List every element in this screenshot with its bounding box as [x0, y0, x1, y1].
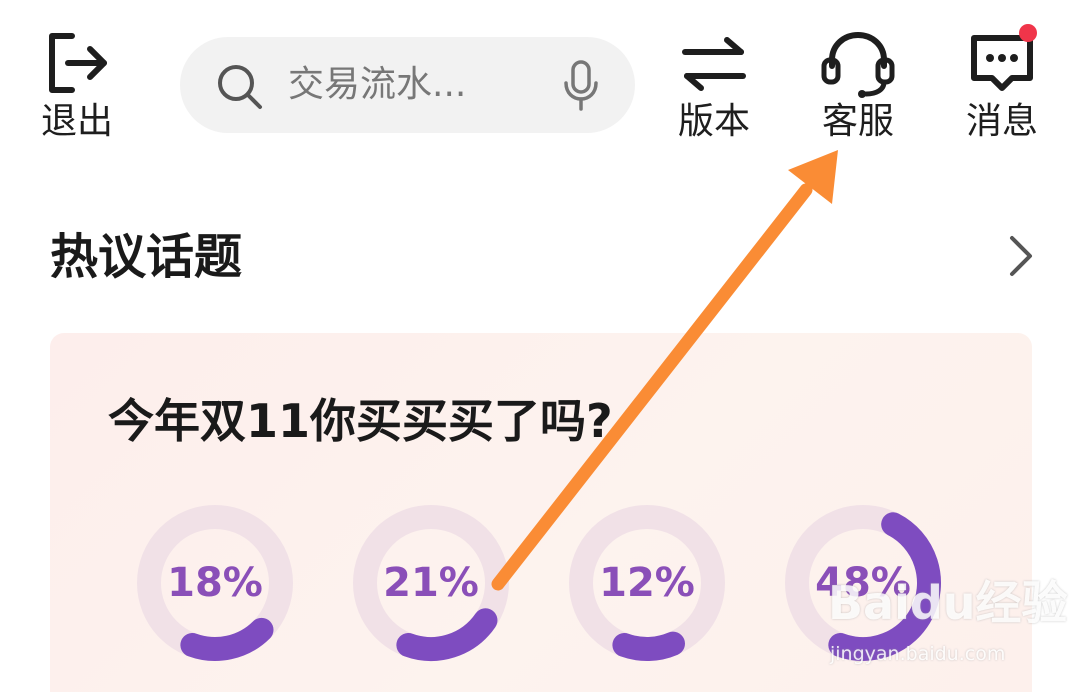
swap-arrows-icon	[682, 37, 746, 91]
version-label: 版本	[677, 101, 750, 142]
annotation-arrow-head	[788, 150, 838, 204]
baidu-watermark: Baidu经验 jingyan.baidu.com	[828, 570, 1078, 680]
customer-service-label: 客服	[821, 101, 894, 142]
poll-option-ring[interactable]: 12%	[567, 503, 727, 663]
version-button[interactable]: 版本	[659, 30, 769, 150]
exit-label: 退出	[40, 101, 113, 142]
messages-label: 消息	[965, 101, 1038, 142]
watermark-brand: Baidu经验	[828, 576, 1068, 630]
messages-button[interactable]: 消息	[947, 24, 1057, 150]
poll-percent: 12%	[599, 560, 695, 606]
poll-option-ring[interactable]: 21%	[351, 503, 511, 663]
poll-option-ring[interactable]: 18%	[135, 503, 295, 663]
poll-percent: 18%	[167, 560, 263, 606]
search-icon	[218, 65, 262, 109]
microphone-icon[interactable]	[561, 59, 601, 113]
search-bar[interactable]: 交易流水...	[180, 37, 635, 133]
customer-service-button[interactable]: 客服	[803, 30, 913, 150]
search-placeholder: 交易流水...	[288, 64, 467, 105]
headset-icon	[821, 31, 895, 98]
chevron-right-icon[interactable]	[1006, 234, 1036, 278]
app-screen: 退出 交易流水... 版本 客服 消息 热议话题 今年双11你买买买了吗? 18…	[0, 0, 1080, 692]
watermark-site: jingyan.baidu.com	[830, 643, 1006, 665]
unread-badge	[1019, 24, 1037, 42]
exit-button[interactable]: 退出	[22, 30, 132, 150]
section-title: 热议话题	[50, 229, 243, 285]
poll-question: 今年双11你买买买了吗?	[108, 394, 613, 448]
logout-icon	[49, 33, 107, 93]
poll-percent: 21%	[383, 560, 479, 606]
